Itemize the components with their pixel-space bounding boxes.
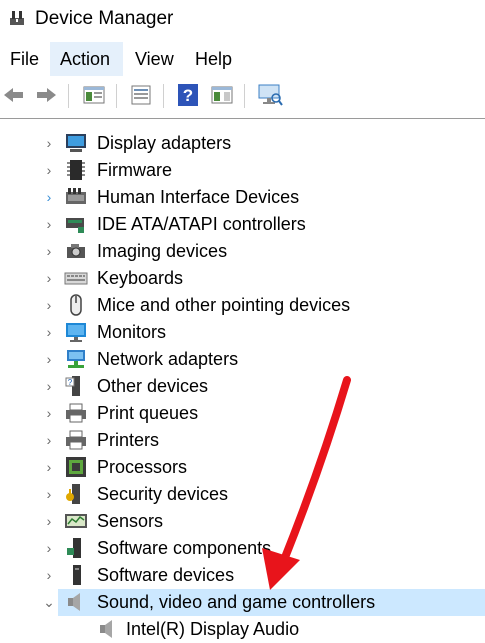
tree-item-label: Firmware <box>97 160 172 180</box>
tree-item-human-interface-devices[interactable]: › Human Interface Devices <box>0 184 485 211</box>
sensor-icon <box>65 514 87 528</box>
tree-item-label: Imaging devices <box>97 241 228 261</box>
display-adapter-icon <box>66 134 86 152</box>
tree-item-label: Monitors <box>97 322 167 342</box>
chevron-right-icon[interactable]: › <box>42 323 56 341</box>
chevron-right-icon[interactable]: › <box>42 269 56 287</box>
menu-file[interactable]: File <box>0 42 49 76</box>
chevron-right-icon[interactable]: › <box>42 377 56 395</box>
software-component-icon <box>67 538 81 558</box>
ide-controller-icon <box>66 218 84 233</box>
processor-icon <box>66 457 86 477</box>
network-adapter-icon <box>67 350 85 368</box>
action-pane-icon[interactable] <box>208 81 236 109</box>
menu-help[interactable]: Help <box>185 42 242 76</box>
chevron-right-icon[interactable]: › <box>42 134 56 152</box>
tree-item-processors[interactable]: › Processors <box>0 454 485 481</box>
chevron-right-icon[interactable]: › <box>42 539 56 557</box>
firmware-icon <box>67 160 85 180</box>
speaker-icon <box>68 593 80 611</box>
tree-item-sound-video-game-controllers-content: ⌄ Sound, video and game controllers <box>0 589 485 616</box>
tree-item-firmware[interactable]: › Firmware <box>0 157 485 184</box>
chevron-right-icon[interactable]: › <box>42 512 56 530</box>
hid-icon <box>66 188 86 204</box>
menu-action[interactable]: Action <box>50 42 123 76</box>
camera-icon <box>67 244 85 258</box>
tree-item-label: Network adapters <box>97 349 239 369</box>
show-hide-console-tree-icon[interactable] <box>80 81 108 109</box>
back-icon[interactable] <box>0 81 28 109</box>
svg-text:?: ? <box>68 378 73 387</box>
chevron-down-icon[interactable]: ⌄ <box>42 593 56 611</box>
tree-item-label: Software devices <box>97 565 235 585</box>
monitor-icon <box>66 323 86 342</box>
help-icon[interactable]: ? <box>174 81 202 109</box>
tree-item-mice[interactable]: › Mice and other pointing devices <box>0 292 485 319</box>
tree-item-intel-display-audio[interactable]: Intel(R) Display Audio <box>0 616 485 643</box>
tree-item-label: Display adapters <box>97 133 232 153</box>
tree-item-label: Other devices <box>97 376 209 396</box>
toolbar: ? <box>0 78 485 114</box>
svg-text:?: ? <box>183 86 193 105</box>
other-devices-icon: ? <box>65 376 80 396</box>
title-bar: Device Manager <box>0 0 485 40</box>
chevron-right-icon[interactable]: › <box>42 350 56 368</box>
tree-item-label: Sensors <box>97 511 164 531</box>
chevron-right-icon[interactable]: › <box>42 296 56 314</box>
tree-item-other-devices[interactable]: › ? Other devices <box>0 373 485 400</box>
toolbar-separator <box>116 84 117 108</box>
chevron-right-icon[interactable]: › <box>42 458 56 476</box>
tree-item-display-adapters[interactable]: › Display adapters <box>0 130 485 157</box>
security-device-icon <box>66 484 80 504</box>
tree-item-security-devices[interactable]: › Security devices <box>0 481 485 508</box>
tree-item-sensors[interactable]: › Sensors <box>0 508 485 535</box>
printer-icon <box>66 430 86 450</box>
toolbar-separator <box>163 84 164 108</box>
tree-item-label: Processors <box>97 457 188 477</box>
toolbar-separator <box>244 84 245 108</box>
tree-item-label: Printers <box>97 430 160 450</box>
forward-icon[interactable] <box>32 81 60 109</box>
menu-bar: File Action View Help <box>0 42 485 76</box>
tree-item-ide-controllers[interactable]: › IDE ATA/ATAPI controllers <box>0 211 485 238</box>
chevron-right-icon[interactable]: › <box>42 404 56 422</box>
tree-item-software-components[interactable]: › Software components <box>0 535 485 562</box>
properties-icon[interactable] <box>127 81 155 109</box>
chevron-right-icon[interactable]: › <box>42 566 56 584</box>
tree-item-label: Human Interface Devices <box>97 187 300 207</box>
tree-item-label: Software components <box>97 538 272 558</box>
chevron-right-icon[interactable]: › <box>42 431 56 449</box>
tree-item-label: IDE ATA/ATAPI controllers <box>97 214 306 234</box>
keyboard-icon <box>64 272 88 285</box>
menu-view[interactable]: View <box>125 42 184 76</box>
toolbar-divider <box>0 118 485 119</box>
toolbar-separator <box>68 84 69 108</box>
tree-item-label: Sound, video and game controllers <box>97 592 376 612</box>
chevron-right-icon[interactable]: › <box>42 485 56 503</box>
device-manager-icon <box>10 11 24 25</box>
tree-item-label: Security devices <box>97 484 229 504</box>
chevron-right-icon[interactable]: › <box>42 161 56 179</box>
tree-item-print-queues[interactable]: › Print queues <box>0 400 485 427</box>
tree-item-imaging-devices[interactable]: › Imaging devices <box>0 238 485 265</box>
chevron-right-icon[interactable]: › <box>42 188 56 206</box>
chevron-right-icon[interactable]: › <box>42 215 56 233</box>
tree-item-label: Keyboards <box>97 268 184 288</box>
tree-item-monitors[interactable]: › Monitors <box>0 319 485 346</box>
mouse-icon <box>70 294 82 316</box>
monitor-scan-icon[interactable] <box>256 81 284 109</box>
tree-item-network-adapters[interactable]: › Network adapters <box>0 346 485 373</box>
software-device-icon <box>73 565 81 585</box>
tree-item-label: Intel(R) Display Audio <box>126 619 300 639</box>
printer-icon <box>66 403 86 423</box>
window-title: Device Manager <box>35 8 174 29</box>
chevron-right-icon[interactable]: › <box>42 242 56 260</box>
tree-item-keyboards[interactable]: › Keyboards <box>0 265 485 292</box>
speaker-icon <box>100 620 112 638</box>
tree-item-label: Print queues <box>97 403 199 423</box>
tree-item-software-devices[interactable]: › Software devices <box>0 562 485 589</box>
tree-item-printers[interactable]: › Printers <box>0 427 485 454</box>
tree-item-label: Mice and other pointing devices <box>97 295 351 315</box>
